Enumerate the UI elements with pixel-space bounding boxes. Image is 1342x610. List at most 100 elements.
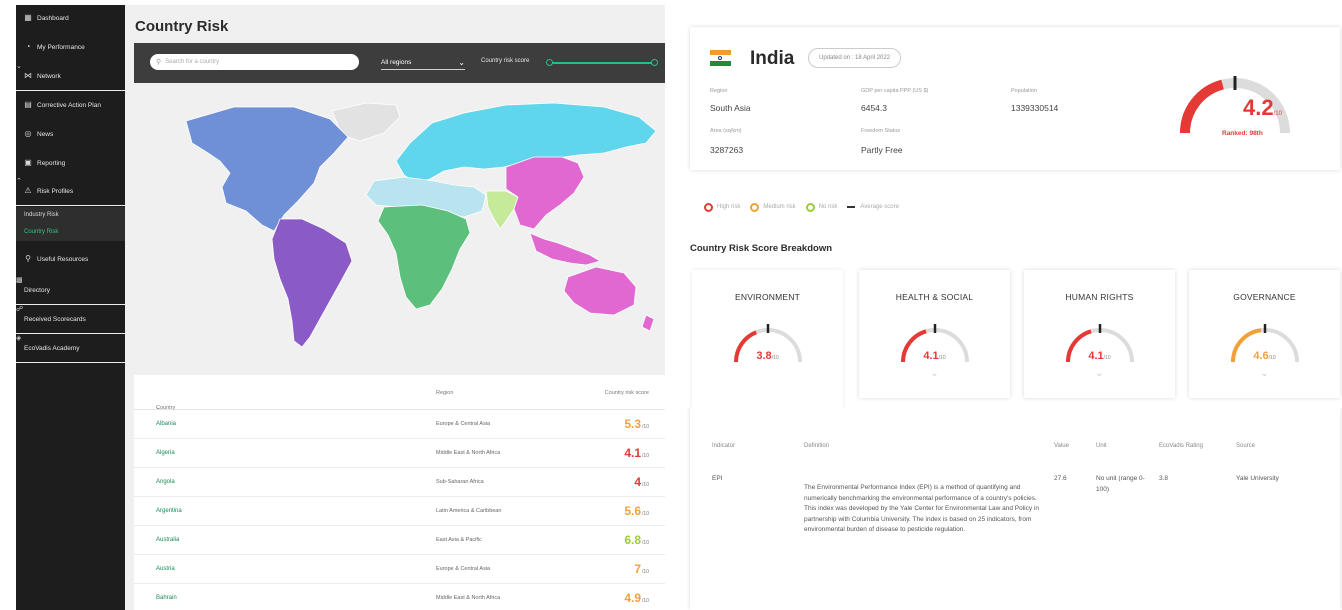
score-cell: 5.6/10 bbox=[624, 504, 649, 518]
search-input[interactable]: ⚲ Search for a country bbox=[150, 54, 359, 70]
sidebar-subitem-industry-risk[interactable]: Industry Risk bbox=[16, 207, 125, 224]
sidebar: ▦ Dashboard ◔ My Performance ⋈ Network ⌄… bbox=[16, 5, 547, 610]
sidebar-item-useful-resources[interactable]: ⚲ Useful Resources bbox=[16, 250, 125, 268]
indicator-cell: EPI bbox=[712, 475, 723, 482]
gauge-fill bbox=[1180, 79, 1225, 134]
table-row[interactable]: Argentina Latin America & Caribbean 5.6/… bbox=[134, 497, 665, 526]
country-link[interactable]: Algeria bbox=[156, 450, 175, 456]
globe-icon: ◎ bbox=[24, 129, 32, 138]
sidebar-item-ecovadis-academy[interactable]: EcoVadis Academy ◈ bbox=[16, 335, 547, 363]
region-value: South Asia bbox=[710, 103, 751, 113]
table-row[interactable]: Angola Sub-Saharan Africa 4/10 bbox=[134, 468, 665, 497]
source-cell: Yale University bbox=[1236, 475, 1279, 482]
region-cell: Latin America & Caribbean bbox=[436, 508, 502, 514]
region-cell: Europe & Central Asia bbox=[436, 566, 491, 572]
legend-high-risk: High risk bbox=[704, 202, 740, 212]
population-label: Population bbox=[1011, 88, 1037, 94]
region-cell: East Asia & Pacific bbox=[436, 537, 482, 543]
sidebar-item-reporting[interactable]: ▣ Reporting bbox=[16, 154, 125, 172]
category-name: HEALTH & SOCIAL bbox=[895, 292, 974, 302]
region-selected: All regions bbox=[381, 58, 412, 66]
region-east-asia-pacific bbox=[505, 156, 585, 230]
sidebar-item-news[interactable]: ◎ News bbox=[16, 125, 125, 143]
category-card-environment[interactable]: ENVIRONMENT 3.8/10 bbox=[692, 270, 843, 410]
sidebar-item-risk-profiles[interactable]: ⚠ Risk Profiles ⌃ bbox=[16, 178, 547, 206]
slider-min-handle[interactable] bbox=[546, 59, 553, 66]
chevron-down-icon[interactable]: ⌄ bbox=[859, 368, 1010, 379]
region-new-zealand bbox=[641, 314, 655, 332]
risk-legend: High risk Medium risk No risk Average sc… bbox=[704, 200, 909, 214]
average-dash-icon bbox=[847, 206, 856, 208]
score-cell: 7/10 bbox=[634, 562, 649, 576]
score-cell: 5.3/10 bbox=[624, 417, 649, 431]
country-table: Country ⌄ Region Country risk score Alba… bbox=[134, 375, 665, 610]
reporting-icon: ▣ bbox=[24, 158, 32, 167]
definition-header: Definition bbox=[804, 443, 830, 449]
category-card-human-rights[interactable]: HUMAN RIGHTS 4.1/10 ⌄ bbox=[1024, 270, 1175, 398]
score-range-slider[interactable] bbox=[546, 59, 658, 66]
rating-cell: 3.8 bbox=[1159, 475, 1169, 482]
region-north-america bbox=[185, 106, 349, 232]
country-risk-panel: Country Risk ⚲ Search for a country All … bbox=[125, 5, 665, 610]
country-link[interactable]: Australia bbox=[156, 537, 179, 543]
table-row[interactable]: Bahrain Middle East & North Africa 4.9/1… bbox=[134, 584, 665, 610]
country-link[interactable]: Bahrain bbox=[156, 595, 177, 601]
region-africa bbox=[377, 204, 471, 310]
country-link[interactable]: Angola bbox=[156, 479, 175, 485]
unit-cell: No unit (range 0-100) bbox=[1096, 475, 1145, 493]
score-cell: 6.8/10 bbox=[624, 533, 649, 547]
area-value: 3287263 bbox=[710, 145, 744, 155]
india-flag-icon bbox=[710, 50, 731, 66]
table-row[interactable]: Algeria Middle East & North Africa 4.1/1… bbox=[134, 439, 665, 468]
category-card-governance[interactable]: GOVERNANCE 4.6/10 ⌄ bbox=[1189, 270, 1340, 398]
country-link[interactable]: Argentina bbox=[156, 508, 182, 514]
freedom-label: Freedom Status bbox=[861, 128, 901, 134]
sidebar-item-network[interactable]: ⋈ Network ⌄ bbox=[16, 63, 547, 91]
area-label: Area (sq/km) bbox=[710, 128, 742, 134]
country-link[interactable]: Albania bbox=[156, 421, 176, 427]
category-score: 3.8/10 bbox=[756, 350, 779, 362]
source-header: Source bbox=[1236, 443, 1256, 449]
sidebar-item-corrective-action-plan[interactable]: ▤ Corrective Action Plan bbox=[16, 96, 125, 114]
category-score: 4.1/10 bbox=[1088, 350, 1111, 362]
region-southeast-asia bbox=[529, 232, 601, 266]
sidebar-subitem-country-risk[interactable]: Country Risk bbox=[16, 224, 125, 241]
overall-score: 4.2/10 bbox=[1243, 95, 1282, 120]
unit-header: Unit bbox=[1096, 443, 1107, 449]
performance-icon: ◔ bbox=[25, 42, 31, 51]
region-label: Region bbox=[710, 88, 728, 94]
sidebar-item-directory[interactable]: Directory ▩ bbox=[16, 277, 547, 305]
table-row[interactable]: Austria Europe & Central Asia 7/10 bbox=[134, 555, 665, 584]
table-row[interactable]: Australia East Asia & Pacific 6.8/10 bbox=[134, 526, 665, 555]
world-map[interactable] bbox=[134, 83, 665, 369]
category-card-health-social[interactable]: HEALTH & SOCIAL 4.1/10 ⌄ bbox=[859, 270, 1010, 398]
region-dropdown[interactable]: All regions ⌄ bbox=[381, 55, 465, 70]
region-cell: Europe & Central Asia bbox=[436, 421, 491, 427]
country-link[interactable]: Austria bbox=[156, 566, 175, 572]
updated-badge: Updated on : 18 April 2022 bbox=[808, 48, 902, 68]
legend-medium-risk: Medium risk bbox=[750, 202, 796, 212]
map-toolbar: ⚲ Search for a country All regions ⌄ Cou… bbox=[134, 43, 665, 83]
gdp-label: GDP per capita PPP (US $) bbox=[861, 88, 929, 94]
sidebar-item-dashboard[interactable]: ▦ Dashboard bbox=[16, 9, 125, 27]
slider-max-handle[interactable] bbox=[651, 59, 658, 66]
table-row[interactable]: Albania Europe & Central Asia 5.3/10 bbox=[134, 410, 665, 439]
chevron-down-icon: ⌄ bbox=[458, 57, 465, 67]
score-column-header: Country risk score bbox=[604, 390, 649, 396]
ranked-label: Ranked: 98th bbox=[1222, 130, 1263, 137]
score-filter-label: Country risk score bbox=[481, 58, 530, 64]
country-profile-card: India Updated on : 18 April 2022 Region … bbox=[690, 27, 1340, 170]
search-placeholder: Search for a country bbox=[165, 59, 220, 65]
plan-icon: ▤ bbox=[24, 100, 32, 109]
region-column-header: Region bbox=[436, 390, 454, 396]
score-cell: 4.9/10 bbox=[624, 591, 649, 605]
region-australia bbox=[563, 266, 637, 316]
chevron-down-icon[interactable]: ⌄ bbox=[1024, 368, 1175, 379]
region-cell: Sub-Saharan Africa bbox=[436, 479, 484, 485]
page-title: Country Risk bbox=[135, 18, 229, 35]
country-name: India bbox=[750, 48, 795, 69]
sidebar-item-my-performance[interactable]: ◔ My Performance bbox=[16, 38, 125, 56]
legend-average: Average score bbox=[847, 204, 899, 210]
sidebar-item-received-scorecards[interactable]: Received Scorecards ☍ bbox=[16, 306, 547, 334]
chevron-down-icon[interactable]: ⌄ bbox=[1189, 368, 1340, 379]
